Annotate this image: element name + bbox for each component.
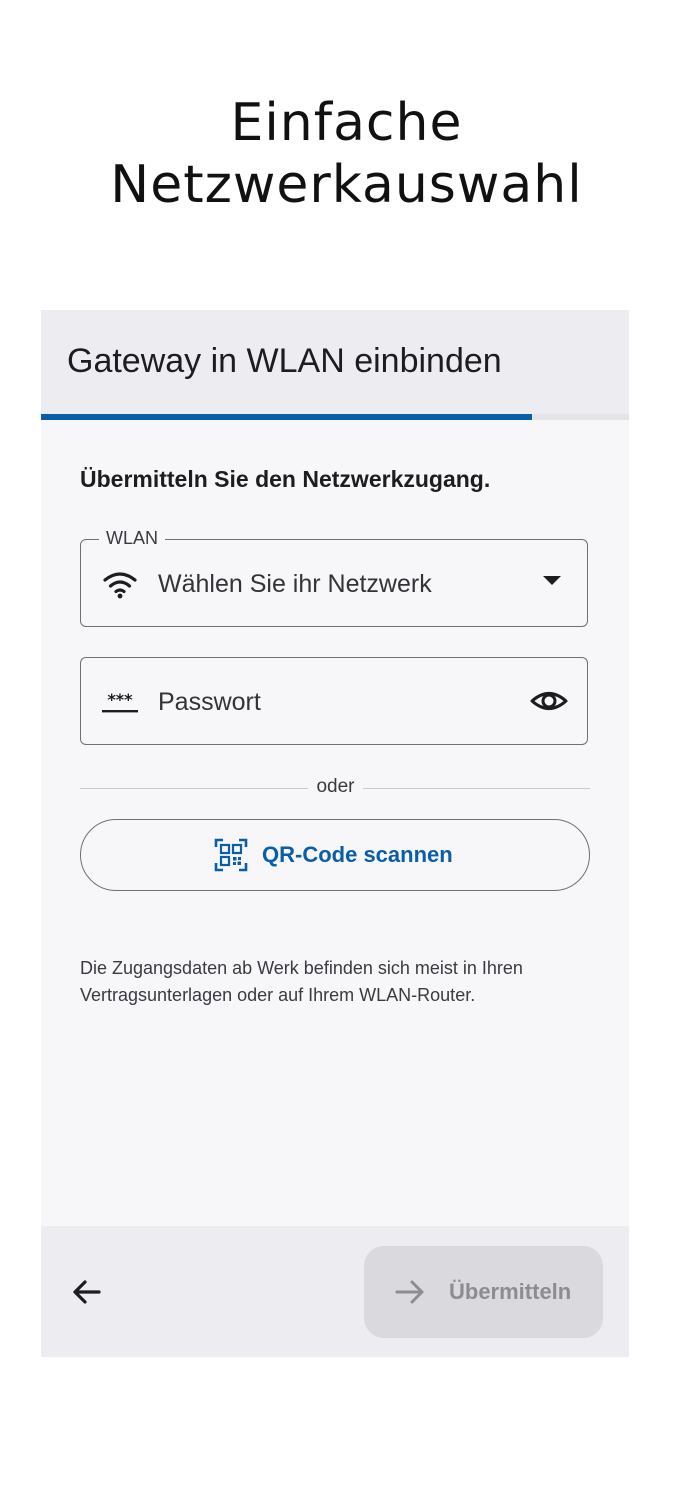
page-headline: Einfache Netzwerkauswahl xyxy=(0,92,693,216)
footer-bar: Übermitteln xyxy=(41,1226,629,1357)
progress-bar-fill xyxy=(41,414,532,420)
instruction-text: Übermitteln Sie den Netzwerkzugang. xyxy=(80,466,491,492)
wlan-select-value: Wählen Sie ihr Netzwerk xyxy=(158,570,432,598)
card-title: Gateway in WLAN einbinden xyxy=(67,342,502,380)
qr-code-icon xyxy=(214,838,248,872)
wifi-icon xyxy=(103,572,137,599)
headline-line-2: Netzwerkauswahl xyxy=(110,155,583,215)
submit-button-label: Übermitteln xyxy=(449,1279,572,1304)
dropdown-arrow-icon[interactable] xyxy=(543,576,561,585)
progress-bar xyxy=(41,414,629,420)
card-header: Gateway in WLAN einbinden xyxy=(41,310,629,414)
svg-text:***: *** xyxy=(107,690,133,709)
qr-button-label: QR-Code scannen xyxy=(262,842,453,867)
wlan-field-label: WLAN xyxy=(99,527,166,549)
headline-line-1: Einfache xyxy=(230,93,463,153)
password-icon: *** xyxy=(102,690,138,713)
wlan-select[interactable]: WLAN Wählen Sie ihr Netzwerk xyxy=(80,527,588,627)
qr-scan-button[interactable]: QR-Code scannen xyxy=(80,819,590,891)
divider-left xyxy=(80,788,308,789)
wizard-card: Gateway in WLAN einbinden Übermitteln Si… xyxy=(41,310,629,1357)
arrow-left-icon[interactable] xyxy=(65,1270,109,1314)
password-input[interactable]: Passwort xyxy=(158,686,261,718)
submit-button[interactable]: Übermitteln xyxy=(364,1246,603,1338)
divider-label: oder xyxy=(316,776,355,797)
password-field[interactable]: *** Passwort xyxy=(80,657,588,745)
arrow-right-icon xyxy=(395,1280,424,1304)
eye-icon[interactable] xyxy=(529,684,569,718)
hint-text: Die Zugangsdaten ab Werk befinden sich m… xyxy=(80,958,523,1005)
divider-right xyxy=(363,788,590,789)
